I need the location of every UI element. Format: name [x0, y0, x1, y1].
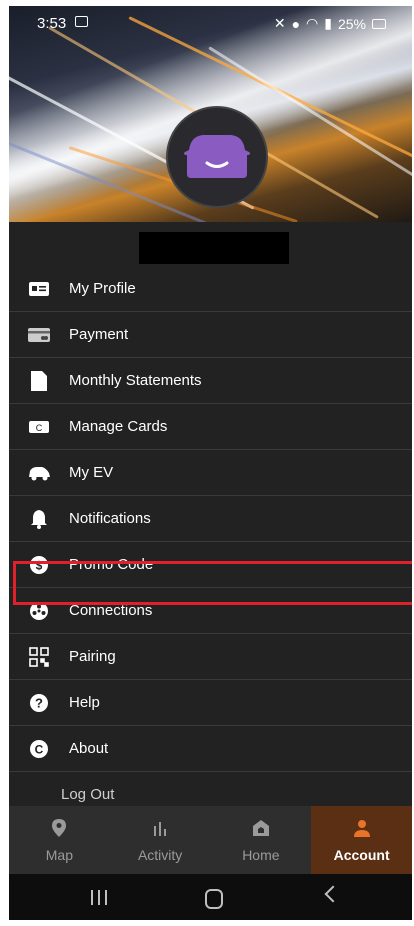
document-icon	[27, 369, 51, 393]
connections-highlight-box	[13, 561, 412, 605]
car-avatar-icon	[184, 135, 250, 178]
tab-label: Map	[45, 847, 73, 863]
bar-chart-icon	[150, 817, 170, 839]
account-icon	[352, 817, 372, 839]
svg-text:C: C	[35, 742, 44, 756]
home-icon	[251, 817, 271, 839]
tab-map[interactable]: Map	[9, 806, 110, 874]
bottom-nav: Map Activity Home Account	[9, 806, 412, 874]
bell-icon	[27, 507, 51, 531]
id-card-icon	[27, 277, 51, 301]
tab-label: Activity	[137, 847, 183, 863]
menu-item-label: Notifications	[69, 510, 151, 527]
menu-item-payment[interactable]: Payment	[9, 312, 412, 358]
charge-card-icon: C	[27, 415, 51, 439]
menu-item-label: Payment	[69, 326, 129, 343]
help-icon: ?	[27, 691, 51, 715]
mute-icon: ✕	[273, 15, 286, 31]
status-bar: 3:53 ✕ ● ◠ ▮ 25%	[9, 6, 412, 38]
menu-item-label: Help	[69, 694, 100, 711]
menu-item-help[interactable]: ? Help	[9, 680, 412, 726]
account-menu: My Profile Payment Monthly Statements C …	[9, 266, 412, 818]
avatar[interactable]	[166, 106, 268, 208]
tab-home[interactable]: Home	[211, 806, 312, 874]
map-pin-icon	[49, 817, 69, 839]
menu-item-my-ev[interactable]: My EV	[9, 450, 412, 496]
menu-item-notifications[interactable]: Notifications	[9, 496, 412, 542]
tab-label: Account	[333, 847, 390, 863]
menu-item-my-profile[interactable]: My Profile	[9, 266, 412, 312]
tab-label: Home	[242, 847, 280, 863]
user-name-redacted	[139, 232, 289, 264]
menu-item-pairing[interactable]: Pairing	[9, 634, 412, 680]
menu-item-label: Monthly Statements	[69, 372, 202, 389]
status-indicators: ✕ ● ◠ ▮ 25%	[274, 15, 386, 32]
menu-item-label: About	[69, 740, 109, 757]
menu-item-label: Pairing	[69, 648, 116, 665]
location-icon: ●	[291, 15, 301, 32]
back-icon[interactable]	[324, 885, 342, 903]
tab-activity[interactable]: Activity	[110, 806, 211, 874]
menu-item-label: My Profile	[69, 280, 136, 297]
qr-code-icon	[27, 645, 51, 669]
svg-text:?: ?	[35, 695, 43, 710]
credit-card-icon	[27, 323, 51, 347]
menu-item-monthly-statements[interactable]: Monthly Statements	[9, 358, 412, 404]
menu-item-label: Manage Cards	[69, 418, 168, 435]
profile-header: 3:53 ✕ ● ◠ ▮ 25%	[9, 6, 412, 222]
system-navigation-bar	[9, 874, 412, 920]
battery-icon	[372, 18, 386, 29]
menu-item-manage-cards[interactable]: C Manage Cards	[9, 404, 412, 450]
recent-apps-icon[interactable]	[91, 890, 107, 905]
menu-item-about[interactable]: C About	[9, 726, 412, 772]
status-time: 3:53	[37, 15, 67, 32]
about-icon: C	[27, 737, 51, 761]
svg-text:C: C	[36, 423, 43, 433]
home-button-icon[interactable]	[205, 889, 223, 909]
tab-account[interactable]: Account	[311, 806, 412, 874]
app-screen: 3:53 ✕ ● ◠ ▮ 25% My Profile Payment Mont…	[9, 6, 412, 920]
wifi-icon: ◠	[306, 15, 319, 31]
battery-percent: 25%	[337, 15, 366, 32]
signal-icon: ▮	[324, 15, 332, 31]
menu-item-label: My EV	[69, 464, 114, 481]
gallery-notification-icon	[75, 16, 88, 27]
ev-car-icon	[27, 461, 51, 485]
logout-label: Log Out	[61, 786, 115, 803]
